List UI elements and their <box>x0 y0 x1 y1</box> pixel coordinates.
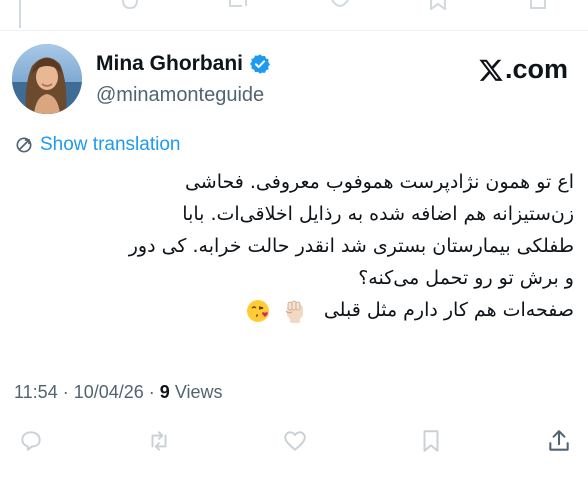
retweet-button[interactable] <box>146 428 172 454</box>
verified-badge-icon <box>250 54 270 74</box>
avatar[interactable] <box>12 44 82 114</box>
tweet-line: صفحه‌ات هم کار دارم مثل قبلی <box>323 299 574 321</box>
author-handle[interactable]: @minamonteguide <box>96 84 264 107</box>
tweet-line: اع تو همون نژادپرست هموفوب معروفی. فحاشی <box>184 171 574 193</box>
like-icon <box>284 431 306 451</box>
face-blowing-kiss-emoji <box>246 300 269 322</box>
bookmark-icon[interactable] <box>428 0 448 10</box>
reply-icon <box>21 431 41 451</box>
bookmark-button[interactable] <box>418 428 444 454</box>
meta-separator: · <box>57 382 74 402</box>
views-label: Views <box>174 382 223 402</box>
retweet-icon[interactable] <box>228 0 248 10</box>
x-logo-icon <box>479 59 503 81</box>
x-logo-text: .com <box>504 54 568 84</box>
show-translation-label[interactable]: Show translation <box>40 134 180 156</box>
avatar-photo <box>12 44 82 114</box>
share-icon[interactable] <box>528 0 548 10</box>
author-name-row[interactable]: Mina Ghorbani <box>96 52 271 76</box>
thread-line <box>19 0 21 28</box>
reply-icon[interactable] <box>120 0 140 10</box>
share-icon <box>549 430 569 451</box>
author-display-name[interactable]: Mina Ghorbani <box>96 52 243 76</box>
tweet-line: زن‌ستیزانه هم اضافه شده به رذایل اخلاقی‌… <box>182 203 574 225</box>
share-button[interactable] <box>546 428 572 454</box>
like-button[interactable] <box>282 428 308 454</box>
tweet-line: طفلکی بیمارستان بستری شد انقدر حالت خراب… <box>128 235 574 257</box>
previous-tweet-strip <box>0 0 588 28</box>
emoji-group <box>242 295 308 327</box>
tweet-last-line: صفحه‌ات هم کار دارم مثل قبلی <box>14 294 574 327</box>
bookmark-icon <box>423 430 439 452</box>
x-com-logo: .com <box>478 54 568 85</box>
views-count: 9 <box>159 382 170 402</box>
tweet-line: و برش تو رو تحمل می‌کنه؟ <box>358 267 574 289</box>
divider <box>0 30 588 31</box>
tweet-text: اع تو همون نژادپرست هموفوب معروفی. فحاشی… <box>14 166 574 327</box>
raised-fist-emoji <box>285 300 303 323</box>
reply-button[interactable] <box>18 428 44 454</box>
retweet-icon <box>151 431 167 451</box>
meta-separator: · <box>143 382 160 402</box>
tweet-card: Mina Ghorbani @minamonteguide .com Show … <box>0 0 588 480</box>
action-bar <box>0 428 588 458</box>
like-icon[interactable] <box>330 0 350 10</box>
tweet-metadata: 11:54 · 10/04/26 · 9 Views <box>14 382 223 403</box>
show-translation-link[interactable]: Show translation <box>14 134 180 156</box>
translate-icon <box>16 137 32 153</box>
tweet-date[interactable]: 10/04/26 <box>74 382 144 402</box>
tweet-time[interactable]: 11:54 <box>14 382 58 402</box>
